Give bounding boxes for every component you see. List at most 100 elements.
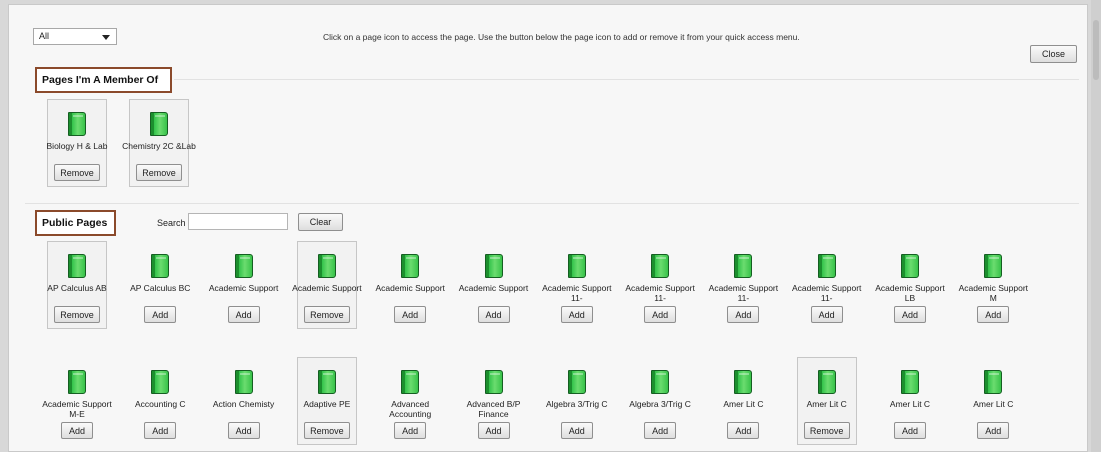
section-divider <box>25 203 1079 204</box>
add-button[interactable]: Add <box>644 422 677 439</box>
book-icon[interactable] <box>317 254 336 278</box>
book-icon[interactable] <box>484 254 503 278</box>
book-icon[interactable] <box>567 370 586 394</box>
page-tile-name: AP Calculus AB <box>47 283 107 293</box>
search-label: Search <box>157 218 186 228</box>
page-tile-name: Chemistry 2C &Lab <box>122 141 196 151</box>
page-tile: Academic Support 11- Add <box>792 241 861 329</box>
add-button[interactable]: Add <box>227 306 260 323</box>
scrollbar-thumb[interactable] <box>1093 20 1099 80</box>
book-icon[interactable] <box>984 370 1003 394</box>
page-tile: Academic Support LB Add <box>875 241 945 329</box>
add-button[interactable]: Add <box>810 306 843 323</box>
book-icon[interactable] <box>817 254 836 278</box>
page-tile: Adaptive PE Remove <box>296 357 357 445</box>
book-icon[interactable] <box>734 254 753 278</box>
page-tile-name: AP Calculus BC <box>130 283 191 293</box>
close-button[interactable]: Close <box>1030 45 1077 63</box>
book-icon[interactable] <box>68 370 86 394</box>
section-divider <box>174 79 1079 80</box>
remove-button[interactable]: Remove <box>303 306 350 323</box>
page-tile-name: Amer Lit C <box>806 399 847 409</box>
add-button[interactable]: Add <box>477 306 510 323</box>
page-tile: Advanced Accounting Add <box>380 357 440 445</box>
scrollbar[interactable] <box>1091 0 1101 452</box>
book-icon[interactable] <box>68 112 86 136</box>
instructions-text: Click on a page icon to access the page.… <box>323 32 800 42</box>
book-icon[interactable] <box>401 370 420 394</box>
book-icon[interactable] <box>651 254 670 278</box>
page-tile: Amer Lit C Add <box>963 357 1023 445</box>
remove-button[interactable]: Remove <box>54 306 100 323</box>
page-tile: Academic Support 11- Add <box>709 241 778 329</box>
page-tile: Amer Lit C Add <box>713 357 773 445</box>
book-icon[interactable] <box>151 370 170 394</box>
page-tile: Algebra 3/Trig C Add <box>546 357 608 445</box>
page-tile: Amer Lit C Add <box>880 357 940 445</box>
page-filter-select[interactable]: All <box>33 28 117 45</box>
clear-button[interactable]: Clear <box>298 213 343 231</box>
page-tile: Amer Lit C Remove <box>796 357 857 445</box>
page-tile-name: Academic Support <box>375 283 445 293</box>
add-button[interactable]: Add <box>894 306 926 323</box>
book-icon[interactable] <box>151 254 170 278</box>
book-icon[interactable] <box>734 370 753 394</box>
page-tile-name: Academic Support 11- <box>625 283 695 303</box>
remove-button[interactable]: Remove <box>303 422 350 439</box>
page-tile: Academic Support M-E Add <box>42 357 112 445</box>
book-icon[interactable] <box>234 370 253 394</box>
page-tile-name: Advanced Accounting <box>389 399 432 419</box>
page-tile: Academic Support Add <box>459 241 528 329</box>
page-tile-name: Academic Support M-E <box>42 399 112 419</box>
add-button[interactable]: Add <box>560 422 593 439</box>
chevron-down-icon <box>102 35 110 40</box>
add-button[interactable]: Add <box>727 422 760 439</box>
page-tile-name: Academic Support <box>208 283 279 293</box>
book-icon[interactable] <box>817 370 836 394</box>
remove-button[interactable]: Remove <box>136 164 182 181</box>
book-icon[interactable] <box>68 254 86 278</box>
book-icon[interactable] <box>234 254 253 278</box>
add-button[interactable]: Add <box>227 422 260 439</box>
remove-button[interactable]: Remove <box>803 422 850 439</box>
remove-button[interactable]: Remove <box>54 164 100 181</box>
page-tile-name: Academic Support <box>458 283 529 293</box>
search-input[interactable] <box>188 213 288 230</box>
page-tile: Chemistry 2C &Lab Remove <box>122 99 196 187</box>
add-button[interactable]: Add <box>977 422 1010 439</box>
book-icon[interactable] <box>484 370 503 394</box>
page-tile: Academic Support Remove <box>292 241 362 329</box>
book-icon[interactable] <box>984 254 1003 278</box>
page-tile: AP Calculus AB Remove <box>47 241 107 329</box>
add-button[interactable]: Add <box>894 422 926 439</box>
add-button[interactable]: Add <box>394 422 427 439</box>
book-icon[interactable] <box>901 370 919 394</box>
page-tile-name: Advanced B/P Finance <box>466 399 521 419</box>
book-icon[interactable] <box>901 254 919 278</box>
page-tile-name: Adaptive PE <box>303 399 351 409</box>
page-tile-name: Algebra 3/Trig C <box>546 399 608 409</box>
add-button[interactable]: Add <box>394 306 427 323</box>
page-tile: Biology H & Lab Remove <box>47 99 107 187</box>
page-tile-name: Algebra 3/Trig C <box>629 399 691 409</box>
add-button[interactable]: Add <box>144 422 177 439</box>
add-button[interactable]: Add <box>477 422 510 439</box>
add-button[interactable]: Add <box>644 306 677 323</box>
page-tile: Academic Support 11- Add <box>542 241 612 329</box>
book-icon[interactable] <box>651 370 670 394</box>
page-tile-name: Amer Lit C <box>973 399 1014 409</box>
members-section-title: Pages I'm A Member Of <box>35 67 172 93</box>
page-tile-name: Biology H & Lab <box>46 141 108 151</box>
add-button[interactable]: Add <box>61 422 93 439</box>
add-button[interactable]: Add <box>727 306 760 323</box>
book-icon[interactable] <box>317 370 336 394</box>
page-tile-name: Academic Support 11- <box>708 283 779 303</box>
book-icon[interactable] <box>150 112 168 136</box>
page-tile-name: Academic Support 11- <box>791 283 862 303</box>
book-icon[interactable] <box>567 254 586 278</box>
add-button[interactable]: Add <box>560 306 593 323</box>
add-button[interactable]: Add <box>144 306 177 323</box>
add-button[interactable]: Add <box>977 306 1010 323</box>
page-tile-name: Amer Lit C <box>889 399 931 409</box>
book-icon[interactable] <box>401 254 420 278</box>
